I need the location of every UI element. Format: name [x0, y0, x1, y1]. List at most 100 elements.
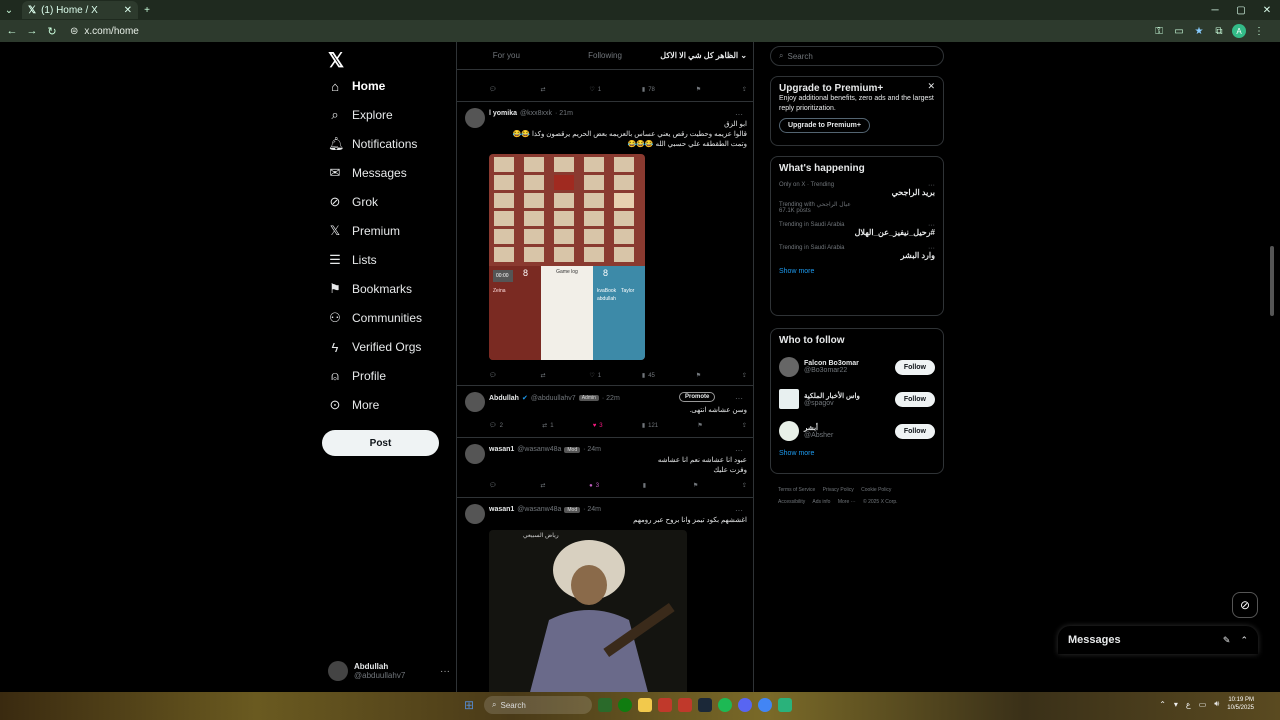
footer-link[interactable]: Cookie Policy — [861, 487, 891, 493]
key-icon[interactable]: ⚿ — [1152, 24, 1166, 38]
retweet-icon[interactable]: ⇄ — [540, 86, 548, 93]
like-icon[interactable]: ♡ 1 — [589, 372, 601, 380]
footer-link[interactable]: Ads info — [812, 499, 830, 505]
tweet-time[interactable]: · 21m — [555, 110, 573, 117]
follow-suggestion[interactable]: Falcon Bo3omar @Bo3omar22 Follow — [779, 356, 935, 378]
browser-tab[interactable]: 𝕏 (1) Home / X ✕ — [22, 1, 138, 19]
avatar[interactable] — [465, 504, 485, 524]
file-explorer-icon[interactable] — [638, 698, 652, 712]
tweet-more-icon[interactable]: ··· — [735, 506, 743, 515]
maximize-icon[interactable]: ▢ — [1228, 0, 1254, 20]
like-icon[interactable]: ● 3 — [589, 482, 599, 489]
reload-icon[interactable]: ↻ — [44, 23, 60, 39]
x-logo-icon[interactable]: 𝕏 — [328, 48, 344, 73]
star-icon[interactable]: ★ — [1192, 24, 1206, 38]
tweet-more-icon[interactable]: ··· — [735, 446, 743, 455]
profile-avatar[interactable]: A — [1232, 24, 1246, 38]
spotify-icon[interactable] — [718, 698, 732, 712]
tweet-more-icon[interactable]: ··· — [735, 110, 743, 119]
tab-list[interactable]: الظاهر كل شي الا الاكل ⌄ — [654, 51, 753, 60]
new-tab-icon[interactable]: + — [138, 1, 156, 19]
share-icon[interactable]: ⇪ — [742, 422, 747, 429]
like-icon[interactable]: ♥ 3 — [593, 422, 603, 429]
footer-link[interactable]: Privacy Policy — [823, 487, 854, 493]
windows-start-icon[interactable]: ⊞ — [464, 698, 478, 712]
reply-icon[interactable]: 💬︎ — [489, 482, 497, 489]
back-icon[interactable]: ← — [4, 23, 20, 39]
tweet-author[interactable]: Abdullah — [489, 395, 519, 402]
tab-for-you[interactable]: For you — [457, 51, 556, 60]
nav-grok[interactable]: ⊘ Grok — [328, 190, 378, 214]
follow-suggestion[interactable]: أبشر @Absher Follow — [779, 420, 935, 442]
tweet[interactable]: Abdullah ✔ @abduullahv7 Admin · 22m Prom… — [457, 386, 753, 438]
clock[interactable]: 10:19 PM 10/5/2025 — [1227, 696, 1254, 712]
account-switcher[interactable]: Abdullah @abduullahv7 ··· — [328, 658, 450, 684]
steam-icon[interactable] — [698, 698, 712, 712]
nav-bookmarks[interactable]: ⚑ Bookmarks — [328, 277, 412, 301]
trend-more-icon[interactable]: ··· — [928, 222, 935, 229]
grok-button[interactable]: ⊘ — [1232, 592, 1258, 618]
nvidia-icon[interactable] — [598, 698, 612, 712]
share-icon[interactable]: ⇪ — [742, 86, 747, 93]
post-button[interactable]: Post — [322, 430, 439, 456]
trend-more-icon[interactable]: ··· — [928, 245, 935, 252]
share-icon[interactable]: ⇪ — [742, 372, 747, 379]
tweet-author[interactable]: l yomika — [489, 110, 517, 117]
bookmark-action-icon[interactable]: ⚑ — [693, 482, 698, 489]
views-icon[interactable]: ▮ 78 — [642, 86, 655, 94]
minimize-icon[interactable]: ─ — [1202, 0, 1228, 20]
views-icon[interactable]: ▮ 45 — [642, 372, 655, 380]
tweet-time[interactable]: · 24m — [583, 506, 601, 513]
search-input[interactable]: ⌕ Search — [770, 46, 944, 66]
follow-button[interactable]: Follow — [894, 423, 935, 439]
scroll-thumb[interactable] — [1270, 246, 1274, 316]
page-scrollbar[interactable] — [1270, 46, 1274, 686]
trend-item[interactable]: Only on X · Trending بريد الراجحي ··· — [779, 182, 935, 197]
nav-explore[interactable]: ⌕ Explore — [328, 103, 392, 127]
tweet-time[interactable]: · 22m — [602, 395, 620, 402]
expand-icon[interactable]: ⌃ — [1240, 635, 1248, 646]
tab-following[interactable]: Following — [556, 51, 655, 60]
footer-link[interactable]: More ··· — [838, 499, 856, 505]
share-icon[interactable]: ⇪ — [742, 482, 747, 489]
tweet[interactable]: wasan1 @wasanw48a Mod · 24m ··· اغششهم ب… — [457, 498, 753, 692]
taskbar-search[interactable]: ⌕ Search — [484, 696, 592, 714]
tweet-author[interactable]: wasan1 — [489, 506, 514, 513]
tweet-more-icon[interactable]: ··· — [735, 394, 743, 403]
bookmark-action-icon[interactable]: ⚑ — [696, 86, 701, 93]
volume-icon[interactable]: 🔊︎ — [1214, 699, 1219, 709]
reply-icon[interactable]: 💬︎ 2 — [489, 422, 503, 430]
tray-chevron-icon[interactable]: ⌃ — [1159, 700, 1166, 709]
extensions-icon[interactable]: ⧉ — [1212, 24, 1226, 38]
trend-item[interactable]: Trending in Saudi Arabia #رحيل_نيفيز_عن_… — [779, 222, 935, 237]
tweet-handle[interactable]: @kxx8xxk — [520, 110, 552, 117]
avatar[interactable] — [465, 108, 485, 128]
follow-button[interactable]: Follow — [894, 359, 935, 375]
nav-lists[interactable]: ☰ Lists — [328, 248, 377, 272]
bookmark-action-icon[interactable]: ⚑ — [697, 422, 702, 429]
tab-search-icon[interactable]: ⌄ — [0, 1, 18, 19]
show-more-link[interactable]: Show more — [779, 268, 935, 275]
discord-icon[interactable] — [738, 698, 752, 712]
retweet-icon[interactable]: ⇄ — [540, 372, 548, 379]
tweet[interactable]: l yomika @kxx8xxk · 21m ··· ابو الزق قال… — [457, 102, 753, 386]
chrome-icon[interactable] — [758, 698, 772, 712]
tweet-handle[interactable]: @abduullahv7 — [531, 395, 576, 402]
tweet-handle[interactable]: @wasanw48a — [517, 506, 561, 513]
upgrade-button[interactable]: Upgrade to Premium+ — [779, 118, 870, 133]
trend-item[interactable]: Trending in Saudi Arabia وارد البشر ··· — [779, 245, 935, 260]
messages-drawer[interactable]: Messages ✎ ⌃ — [1058, 626, 1258, 654]
address-bar[interactable]: ⊜ x.com/home — [64, 23, 1148, 39]
tweet[interactable]: wasan1 @wasanw48a Mod · 24m ··· عبود انا… — [457, 438, 753, 498]
avatar[interactable] — [465, 392, 485, 412]
app-icon[interactable] — [678, 698, 692, 712]
tray-icon[interactable]: ▾ — [1174, 700, 1178, 709]
xbox-icon[interactable] — [618, 698, 632, 712]
follow-suggestion[interactable]: واس الأخبار الملكية @spagov Follow — [779, 388, 935, 410]
close-icon[interactable]: ✕ — [927, 81, 935, 92]
tweet-author[interactable]: wasan1 — [489, 446, 514, 453]
show-more-link[interactable]: Show more — [779, 450, 935, 457]
tweet-time[interactable]: · 24m — [583, 446, 601, 453]
network-icon[interactable]: ▭ — [1199, 700, 1207, 709]
tab-close-icon[interactable]: ✕ — [124, 5, 132, 16]
